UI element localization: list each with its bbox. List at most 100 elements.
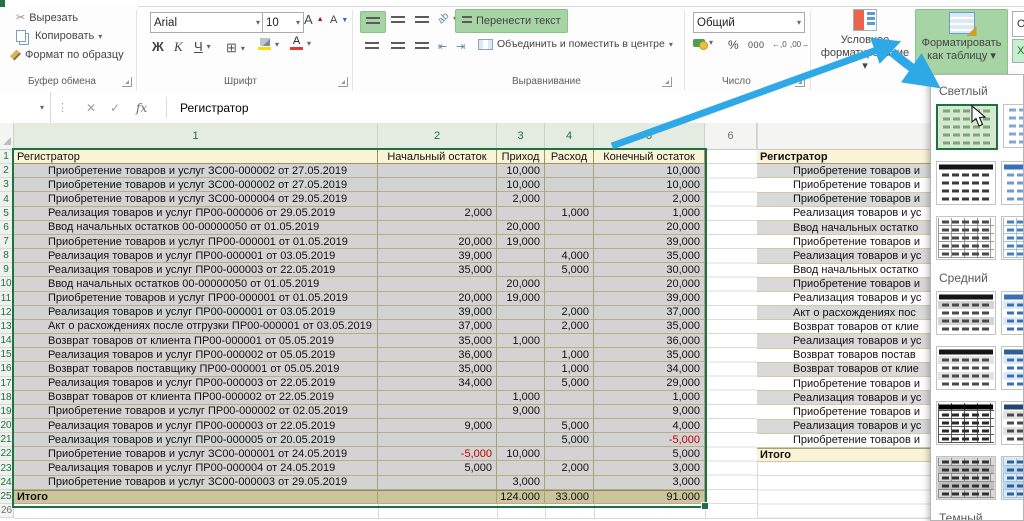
row-header-22[interactable]: 22 (0, 447, 14, 461)
cell-registrar[interactable]: Реализация товаров и ус (757, 292, 930, 306)
cell-value[interactable] (497, 433, 545, 447)
cell-value[interactable] (378, 405, 497, 419)
cell-value[interactable]: -5,000 (378, 447, 497, 461)
borders-button[interactable]: ⊞▾ (226, 40, 245, 56)
cell-registrar[interactable]: Приобретение товаров и услуг ПР00-000001… (14, 235, 378, 249)
align-bottom-button[interactable] (410, 11, 434, 31)
shrink-font-button[interactable]: А▼ (330, 14, 348, 26)
cell-registrar[interactable]: Приобретение товаров и (757, 434, 930, 448)
row-header-26[interactable]: 26 (0, 504, 14, 518)
table-style-med-blue-1[interactable] (1001, 291, 1024, 335)
table-style-light-black-h[interactable] (936, 161, 996, 205)
cell-registrar[interactable]: Реализация товаров и ус (757, 334, 930, 348)
row-header-10[interactable]: 10 (0, 277, 14, 291)
cell-registrar[interactable]: Возврат товаров поставщику ПР00-000001 о… (14, 362, 378, 376)
cell-value[interactable]: 20,000 (594, 221, 705, 235)
cell-value[interactable]: 20,000 (378, 292, 497, 306)
cell-registrar[interactable]: Возврат товаров постав (757, 349, 930, 363)
row-header-8[interactable]: 8 (0, 249, 14, 263)
cell-value[interactable] (378, 433, 497, 447)
column-header-6[interactable]: 6 (705, 123, 757, 150)
cell-value[interactable]: Начальный остаток (378, 150, 497, 164)
row-header-19[interactable]: 19 (0, 405, 14, 419)
cell-value[interactable]: 10,000 (594, 164, 705, 178)
cell-value[interactable]: 35,000 (594, 348, 705, 362)
cell-value[interactable] (378, 490, 497, 504)
cell-value[interactable]: 20,000 (497, 277, 545, 291)
cell-value[interactable] (497, 249, 545, 263)
cell-registrar[interactable]: Акт о расхождениях пос (757, 306, 930, 320)
font-color-button[interactable]: А ▾ (290, 37, 311, 50)
cell-value[interactable]: 39,000 (594, 235, 705, 249)
cell-value[interactable]: 29,000 (594, 377, 705, 391)
clipboard-dialog-launcher[interactable] (122, 77, 132, 87)
row-header-20[interactable]: 20 (0, 419, 14, 433)
bold-button[interactable]: Ж (152, 39, 164, 54)
cell-value[interactable]: 35,000 (378, 263, 497, 277)
cell-value[interactable]: 1,000 (497, 391, 545, 405)
decrease-indent-button[interactable]: ⇤ (438, 40, 447, 53)
cell-registrar[interactable]: Реализация товаров и ус (757, 391, 930, 405)
cell-value[interactable]: 9,000 (378, 419, 497, 433)
cell-value[interactable] (497, 461, 545, 475)
alignment-dialog-launcher[interactable] (662, 77, 672, 87)
cell-value[interactable]: 35,000 (378, 334, 497, 348)
cell-registrar[interactable]: Регистратор (14, 150, 378, 164)
column-header-4[interactable]: 4 (545, 123, 594, 150)
column-header-2[interactable]: 2 (378, 123, 497, 150)
table-style-med-blue-3[interactable] (1001, 401, 1024, 445)
cell-value[interactable]: 39,000 (378, 306, 497, 320)
cell-value[interactable] (497, 419, 545, 433)
number-dialog-launcher[interactable] (795, 77, 805, 87)
row-header-1[interactable]: 1 (0, 150, 14, 164)
formula-bar-handle[interactable]: ⋮ (57, 92, 68, 123)
cell-value[interactable]: Расход (545, 150, 594, 164)
file-tab-fragment[interactable] (0, 0, 5, 7)
cell-value[interactable]: 10,000 (594, 178, 705, 192)
table-style-light-grid-gray[interactable] (936, 216, 996, 260)
cell-value[interactable] (378, 277, 497, 291)
cell-registrar[interactable]: Приобретение товаров и (757, 405, 930, 419)
font-name-combo[interactable]: Arial ▾ (150, 12, 264, 33)
cell-registrar[interactable]: Возврат товаров от клиента ПР00-000002 о… (14, 391, 378, 405)
cell-value[interactable] (545, 476, 594, 490)
cell-value[interactable]: 3,000 (497, 476, 545, 490)
cell-value[interactable] (497, 348, 545, 362)
row-header-16[interactable]: 16 (0, 362, 14, 376)
cell-value[interactable]: 5,000 (545, 419, 594, 433)
row-header-11[interactable]: 11 (0, 292, 14, 306)
copy-button[interactable]: Копировать ▾ (16, 30, 102, 42)
table-style-light-sel[interactable] (936, 104, 998, 150)
cell-value[interactable]: 1,000 (545, 207, 594, 221)
cell-value[interactable]: 20,000 (497, 221, 545, 235)
cell-value[interactable]: 124.000 (497, 490, 545, 504)
cell-registrar[interactable]: Приобретение товаров и (757, 164, 930, 178)
cell-registrar[interactable]: Ввод начальных остатко (757, 221, 930, 235)
row-header-4[interactable]: 4 (0, 192, 14, 206)
cell-registrar[interactable]: Ввод начальных остатков 00-00000050 от 0… (14, 277, 378, 291)
align-left-button[interactable] (360, 37, 384, 57)
cell-value[interactable]: 36,000 (594, 334, 705, 348)
cell-registrar[interactable]: Реализация товаров и ус (757, 249, 930, 263)
format-as-table-button[interactable]: Форматировать как таблицу ▾ (915, 9, 1008, 75)
row-header-3[interactable]: 3 (0, 178, 14, 192)
decrease-decimal-button[interactable]: ,00→ (790, 40, 809, 49)
cell-registrar[interactable]: Приобретение товаров и (757, 278, 930, 292)
cell-value[interactable]: 1,000 (594, 391, 705, 405)
align-right-button[interactable] (410, 37, 434, 57)
cell-value[interactable]: 2,000 (378, 207, 497, 221)
cell-registrar[interactable]: Реализация товаров и услуг ПР00-000006 о… (14, 207, 378, 221)
cell-registrar[interactable]: Реализация товаров и услуг ПР00-000004 о… (14, 461, 378, 475)
table-style-med-blue-2[interactable] (1001, 346, 1024, 390)
cell-value[interactable]: 1,000 (545, 348, 594, 362)
cell-value[interactable]: 39,000 (378, 249, 497, 263)
table-style-light-blue[interactable] (1003, 104, 1024, 148)
cell-registrar[interactable]: Приобретение товаров и (757, 235, 930, 249)
cell-value[interactable] (378, 192, 497, 206)
cell-registrar[interactable]: Итого (757, 448, 930, 462)
cell-registrar[interactable]: Реализация товаров и услуг ПР00-000003 о… (14, 377, 378, 391)
conditional-formatting-button[interactable]: Условное форматирование ▾ (818, 9, 912, 73)
cell-registrar[interactable]: Приобретение товаров и (757, 178, 930, 192)
cell-registrar[interactable]: Приобретение товаров и услуг ПР00-000002… (14, 405, 378, 419)
select-all-corner[interactable] (0, 123, 14, 150)
